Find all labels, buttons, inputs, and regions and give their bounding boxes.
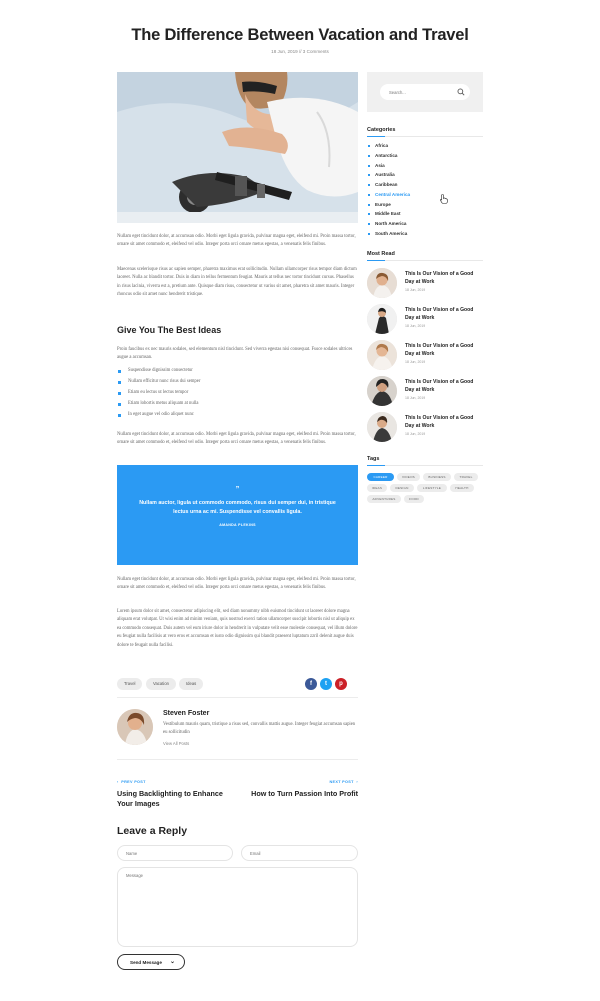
category-item-south-america[interactable]: South America [367, 231, 410, 241]
most-read-date: 18 Jun, 2019 [405, 324, 426, 328]
twitter-share-icon[interactable]: t [320, 678, 332, 690]
category-item-north-america[interactable]: North America [367, 221, 410, 231]
most-read-title: This Is Our Vision of a Good Day at Work [405, 415, 474, 430]
tag-food[interactable]: FOOD [404, 495, 424, 503]
paragraph-4: Nullam eget tincidunt dolor, at accumsan… [117, 432, 356, 446]
paragraph-6: Lorem ipsum dolor sit amet, consectetur … [117, 609, 358, 648]
message-field[interactable] [117, 867, 358, 947]
divider [367, 465, 483, 466]
email-field[interactable] [241, 845, 358, 861]
most-read-title: This Is Our Vision of a Good Day at Work [405, 379, 474, 394]
view-all-posts-link[interactable]: View All Posts [163, 741, 189, 746]
divider [117, 759, 358, 760]
name-field[interactable] [117, 845, 233, 861]
section-heading: Give You The Best Ideas [117, 325, 222, 335]
tag-ideas[interactable]: IDEAS [367, 484, 387, 492]
post-title: The Difference Between Vacation and Trav… [131, 26, 469, 44]
tag-business[interactable]: BUSINESS [423, 473, 451, 481]
list-item: Etiam lobortis metus aliquam at nulla [117, 401, 358, 412]
send-message-button[interactable]: Send Message ⌄ [117, 954, 185, 970]
categories-title: Categories [367, 127, 396, 133]
post-thumbnail [367, 340, 397, 370]
category-item-europe[interactable]: Europe [367, 202, 410, 212]
post-tag-vacation[interactable]: Vacation [146, 678, 176, 690]
most-read-item[interactable]: This Is Our Vision of a Good Day at Work… [367, 268, 483, 298]
chevron-down-icon: ⌄ [169, 959, 175, 965]
prev-post-title: Using Backlighting to Enhance Your Image… [117, 789, 223, 809]
prev-post-label: ‹ PREV POST [117, 780, 146, 784]
chevron-left-icon: ‹ [117, 780, 119, 784]
divider [367, 136, 483, 137]
list-item: Suspendisse dignissim consectetur [117, 368, 358, 379]
most-read-item[interactable]: This Is Our Vision of a Good Day at Work… [367, 412, 483, 442]
divider [117, 697, 358, 698]
search-icon[interactable] [457, 88, 465, 96]
most-read-title: This Is Our Vision of a Good Day at Work [405, 343, 474, 358]
category-item-australia[interactable]: Australia [367, 172, 410, 182]
post-thumbnail [367, 412, 397, 442]
hand-cursor-icon [440, 194, 448, 204]
paragraph-1: Nullam eget tincidunt dolor, at accumsan… [117, 234, 356, 248]
post-meta: 18 Jun, 2019 // 3 Comments [271, 49, 329, 54]
sidebar-search-widget [367, 72, 483, 112]
send-message-label: Send Message [130, 959, 162, 965]
category-item-asia[interactable]: Asia [367, 163, 410, 173]
most-read-title: This Is Our Vision of a Good Day at Work [405, 271, 474, 286]
category-item-caribbean[interactable]: Caribbean [367, 182, 410, 192]
next-post-link[interactable]: NEXT POST › How to Turn Passion Into Pro… [238, 780, 358, 799]
quote-author: AMANDA PLEKINS [219, 522, 256, 527]
list-item: In eget augue vel odio aliquet nunc [117, 412, 358, 423]
post-tag-travel[interactable]: Travel [117, 678, 143, 690]
featured-image [117, 72, 358, 223]
post-thumbnail [367, 304, 397, 334]
most-read-date: 18 Jun, 2019 [405, 432, 426, 436]
quote-mark-icon: ” [235, 486, 240, 493]
category-item-central-america[interactable]: Central America [367, 192, 410, 202]
most-read-title: Most Read [367, 251, 395, 257]
tag-health[interactable]: HEALTH [450, 484, 474, 492]
blockquote: ” Nullam auctor, ligula ut commodo commo… [117, 465, 358, 565]
most-read-date: 18 Jun, 2019 [405, 396, 426, 400]
most-read-item[interactable]: This Is Our Vision of a Good Day at Work… [367, 376, 483, 406]
featured-image-illustration [117, 72, 358, 223]
post-thumbnail [367, 268, 397, 298]
reply-heading: Leave a Reply [117, 825, 188, 837]
category-list: Africa Antarctica Asia Australia Caribbe… [367, 143, 410, 241]
chevron-right-icon: › [356, 780, 358, 784]
category-item-africa[interactable]: Africa [367, 143, 410, 153]
bullet-list: Suspendisse dignissim consectetur Nullam… [117, 368, 358, 423]
pinterest-share-icon[interactable]: p [335, 678, 347, 690]
tag-travel[interactable]: TRAVEL [454, 473, 478, 481]
divider [367, 260, 483, 261]
tag-design[interactable]: DESIGN [390, 484, 414, 492]
next-post-label: NEXT POST › [329, 780, 358, 784]
most-read-item[interactable]: This Is Our Vision of a Good Day at Work… [367, 304, 483, 334]
tag-adventures[interactable]: ADVENTURES [367, 495, 401, 503]
quote-text: Nullam auctor, ligula ut commodo commodo… [139, 500, 336, 516]
paragraph-3: Proin faucibus ex nec mauris sodales, se… [117, 347, 353, 361]
author-bio: Vestibulum mauris quam, tristique a risu… [163, 722, 356, 736]
avatar [117, 709, 153, 745]
tags-title: Tags [367, 456, 380, 462]
category-item-middle-east[interactable]: Middle East [367, 211, 410, 221]
facebook-share-icon[interactable]: f [305, 678, 317, 690]
most-read-title: This Is Our Vision of a Good Day at Work [405, 307, 474, 322]
post-thumbnail [367, 376, 397, 406]
author-name[interactable]: Steven Foster [163, 710, 209, 717]
most-read-item[interactable]: This Is Our Vision of a Good Day at Work… [367, 340, 483, 370]
list-item: Etiam eu lectus ut lectus tempor [117, 390, 358, 401]
tag-videos[interactable]: VIDEOS [397, 473, 420, 481]
most-read-date: 18 Jun, 2019 [405, 360, 426, 364]
prev-post-link[interactable]: ‹ PREV POST Using Backlighting to Enhanc… [117, 780, 237, 809]
tag-career[interactable]: CAREER [367, 473, 394, 481]
category-item-antarctica[interactable]: Antarctica [367, 153, 410, 163]
post-tag-ideas[interactable]: Ideas [179, 678, 204, 690]
avatar-illustration [117, 709, 153, 745]
paragraph-5: Nullam eget tincidunt dolor, at accumsan… [117, 577, 356, 591]
list-item: Nullam efficitur nunc risus dui semper [117, 379, 358, 390]
paragraph-2: Maecenas scelerisque risus ac sapien sem… [117, 267, 357, 298]
most-read-date: 18 Jun, 2019 [405, 288, 426, 292]
tag-lifestyle[interactable]: LIFESTYLE [417, 484, 447, 492]
next-post-title: How to Turn Passion Into Profit [251, 789, 358, 798]
